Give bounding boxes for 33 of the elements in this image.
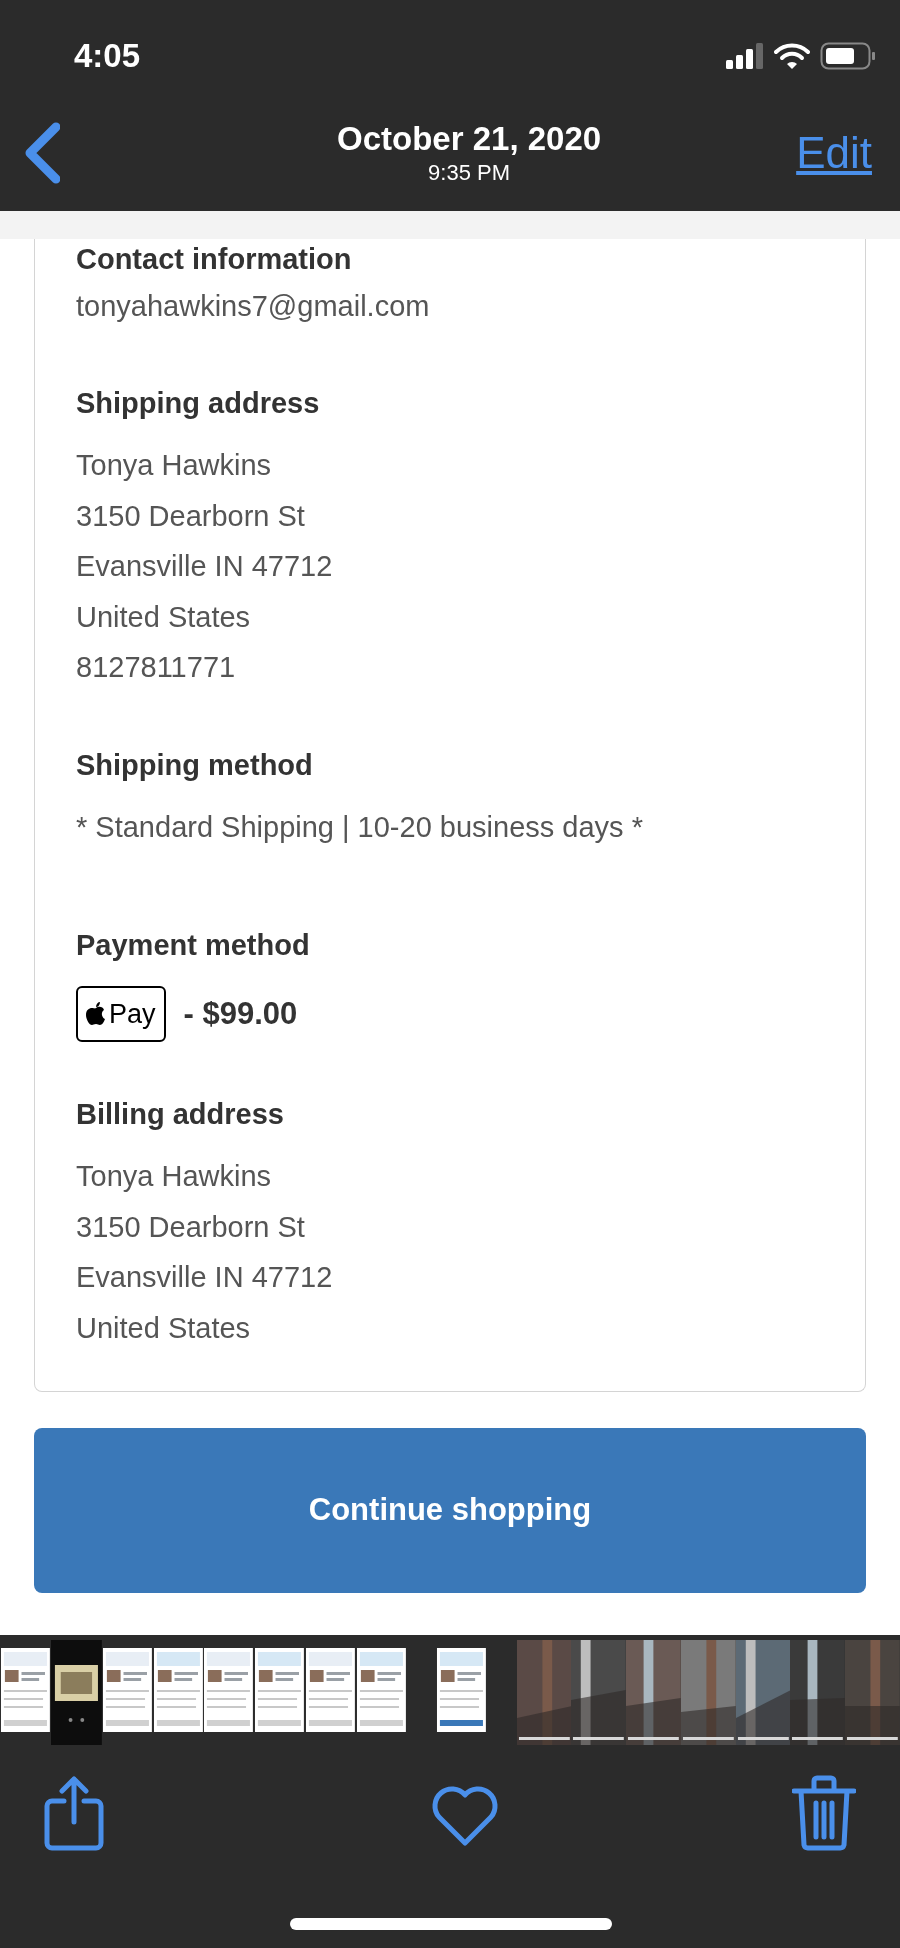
detail-text: Tonya Hawkins xyxy=(76,1159,273,1194)
section-heading: Billing address xyxy=(76,1097,285,1132)
share-button[interactable] xyxy=(44,1775,104,1851)
apple-icon xyxy=(86,1002,106,1026)
section-heading: Shipping method xyxy=(76,747,314,783)
battery-icon xyxy=(820,41,876,70)
edit-button[interactable]: Edit xyxy=(796,120,872,186)
continue-shopping-button[interactable]: Continue shopping xyxy=(34,1428,866,1593)
detail-text: United States xyxy=(76,1310,252,1346)
detail-text: United States xyxy=(76,599,252,635)
heart-icon xyxy=(431,1785,499,1849)
delete-button[interactable] xyxy=(792,1775,856,1851)
trash-icon xyxy=(792,1775,856,1851)
detail-text: 3150 Dearborn St xyxy=(76,1209,306,1245)
section-heading: Shipping address xyxy=(76,386,321,421)
favorite-button[interactable] xyxy=(431,1785,499,1849)
payment-amount: - $99.00 xyxy=(183,994,298,1033)
section-heading: Contact information xyxy=(76,242,353,277)
status-time: 4:05 xyxy=(74,35,141,76)
detail-text: Evansville IN 47712 xyxy=(76,1260,334,1295)
photo-date: October 21, 2020 xyxy=(337,119,602,159)
apple-pay-label: Pay xyxy=(109,997,156,1031)
signal-icon xyxy=(726,42,764,69)
detail-text: 3150 Dearborn St xyxy=(76,498,306,534)
section-heading: Payment method xyxy=(76,928,311,963)
detail-text: Evansville IN 47712 xyxy=(76,549,334,584)
photo-time: 9:35 PM xyxy=(428,159,511,187)
share-icon xyxy=(44,1775,104,1851)
wifi-icon xyxy=(774,41,810,70)
detail-text: 8127811771 xyxy=(76,650,237,685)
detail-text: Tonya Hawkins xyxy=(76,448,273,483)
email-text: tonyahawkins7@gmail.com xyxy=(76,289,431,324)
detail-text: * Standard Shipping | 10-20 business days * xyxy=(76,809,644,845)
